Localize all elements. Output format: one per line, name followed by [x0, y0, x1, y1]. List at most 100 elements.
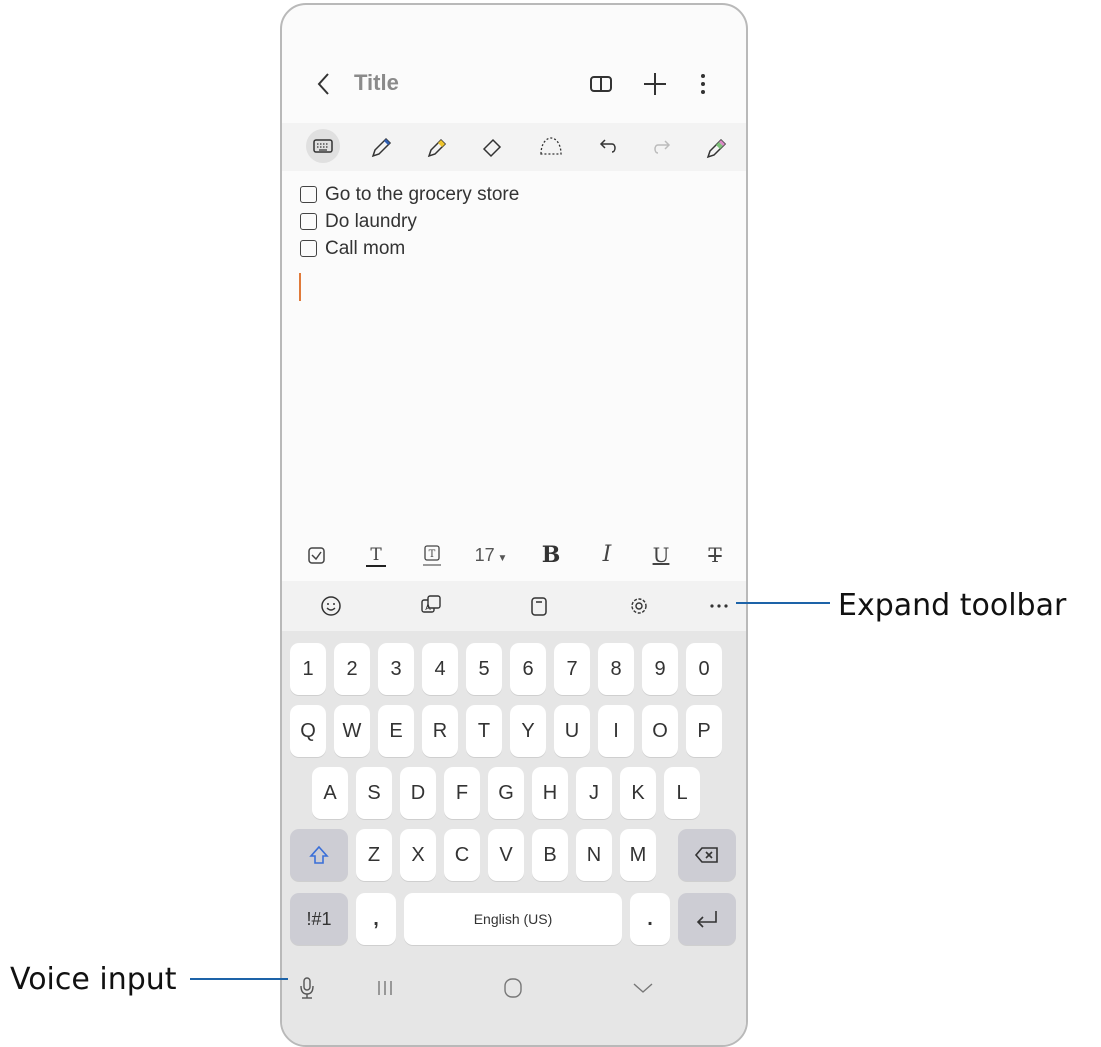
dropdown-arrow-icon: ▼ — [494, 553, 508, 564]
space-key[interactable]: English (US) — [404, 893, 622, 945]
underline-icon[interactable]: U — [648, 541, 674, 569]
checklist-item-label: Go to the grocery store — [325, 183, 520, 205]
key-z[interactable]: Z — [356, 829, 392, 881]
key-e[interactable]: E — [378, 705, 414, 757]
enter-key[interactable] — [678, 893, 736, 945]
keyboard-icon[interactable] — [306, 129, 340, 163]
voice-input-callout: Voice input — [10, 962, 177, 997]
translate-icon[interactable]: A — [416, 591, 446, 621]
key-q[interactable]: Q — [290, 705, 326, 757]
shift-icon — [309, 845, 329, 864]
checklist-item-label: Call mom — [325, 237, 406, 259]
key-r[interactable]: R — [422, 705, 458, 757]
text-cursor — [299, 273, 301, 301]
key-h[interactable]: H — [532, 767, 568, 819]
checkbox-format-icon[interactable] — [304, 541, 330, 569]
key-3[interactable]: 3 — [378, 643, 414, 695]
checkbox[interactable] — [300, 240, 317, 257]
pen-settings-icon[interactable] — [702, 132, 732, 162]
undo-icon[interactable] — [592, 132, 622, 162]
clipboard-icon[interactable] — [524, 591, 554, 621]
key-l[interactable]: L — [664, 767, 700, 819]
key-d[interactable]: D — [400, 767, 436, 819]
note-title[interactable]: Title — [354, 70, 399, 96]
key-c[interactable]: C — [444, 829, 480, 881]
checklist-item: Call mom — [300, 235, 519, 262]
add-icon[interactable] — [640, 69, 670, 99]
enter-icon — [696, 911, 717, 928]
key-i[interactable]: I — [598, 705, 634, 757]
key-1[interactable]: 1 — [290, 643, 326, 695]
eraser-icon[interactable] — [478, 132, 508, 162]
pen-icon[interactable] — [366, 132, 396, 162]
key-b[interactable]: B — [532, 829, 568, 881]
keyboard-toolbar: A — [282, 581, 746, 631]
more-options-icon[interactable] — [688, 69, 718, 99]
key-8[interactable]: 8 — [598, 643, 634, 695]
text-color-icon[interactable]: T — [362, 541, 390, 569]
redo-icon[interactable] — [648, 132, 678, 162]
key-x[interactable]: X — [400, 829, 436, 881]
font-size-value: 17 — [474, 545, 495, 565]
key-0[interactable]: 0 — [686, 643, 722, 695]
home-icon[interactable] — [498, 973, 528, 1003]
key-g[interactable]: G — [488, 767, 524, 819]
key-j[interactable]: J — [576, 767, 612, 819]
key-v[interactable]: V — [488, 829, 524, 881]
symbols-key[interactable]: !#1 — [290, 893, 348, 945]
checkbox[interactable] — [300, 213, 317, 230]
expand-toolbar-callout: Expand toolbar — [838, 588, 1067, 623]
shift-key[interactable] — [290, 829, 348, 881]
svg-text:A: A — [425, 603, 431, 612]
phone-frame: Title Go to the grocery store Do laundry… — [280, 3, 748, 1047]
key-s[interactable]: S — [356, 767, 392, 819]
strikethrough-icon[interactable]: T — [702, 541, 728, 569]
checklist-item: Do laundry — [300, 208, 519, 235]
settings-icon[interactable] — [624, 591, 654, 621]
key-6[interactable]: 6 — [510, 643, 546, 695]
recent-apps-icon[interactable] — [370, 973, 400, 1003]
expand-toolbar-callout-line — [736, 602, 830, 604]
note-header: Title — [282, 55, 746, 115]
microphone-icon[interactable] — [292, 973, 322, 1003]
back-icon[interactable] — [312, 69, 336, 99]
period-key[interactable]: . — [630, 893, 670, 945]
key-o[interactable]: O — [642, 705, 678, 757]
key-2[interactable]: 2 — [334, 643, 370, 695]
pen-toolbar — [282, 123, 746, 171]
svg-text:T: T — [370, 545, 382, 565]
backspace-key[interactable] — [678, 829, 736, 881]
key-p[interactable]: P — [686, 705, 722, 757]
key-7[interactable]: 7 — [554, 643, 590, 695]
checkbox[interactable] — [300, 186, 317, 203]
key-f[interactable]: F — [444, 767, 480, 819]
key-a[interactable]: A — [312, 767, 348, 819]
key-k[interactable]: K — [620, 767, 656, 819]
format-toolbar: T T 17 ▼ B I U T — [282, 533, 746, 577]
hide-keyboard-icon[interactable] — [628, 973, 658, 1003]
highlighter-icon[interactable] — [422, 132, 452, 162]
note-content[interactable]: Go to the grocery store Do laundry Call … — [300, 181, 519, 262]
key-u[interactable]: U — [554, 705, 590, 757]
lasso-icon[interactable] — [536, 132, 566, 162]
text-background-icon[interactable]: T — [418, 541, 446, 569]
key-m[interactable]: M — [620, 829, 656, 881]
comma-key[interactable]: , — [356, 893, 396, 945]
checklist-item: Go to the grocery store — [300, 181, 519, 208]
expand-toolbar-icon[interactable] — [704, 591, 734, 621]
bold-icon[interactable]: B — [538, 541, 564, 569]
voice-input-callout-line — [190, 978, 288, 980]
key-w[interactable]: W — [334, 705, 370, 757]
emoji-icon[interactable] — [316, 591, 346, 621]
italic-icon[interactable]: I — [594, 541, 620, 569]
svg-text:T: T — [429, 549, 436, 560]
key-4[interactable]: 4 — [422, 643, 458, 695]
key-y[interactable]: Y — [510, 705, 546, 757]
key-9[interactable]: 9 — [642, 643, 678, 695]
key-n[interactable]: N — [576, 829, 612, 881]
font-size-select[interactable]: 17 ▼ — [470, 541, 512, 569]
backspace-icon — [694, 847, 718, 863]
key-5[interactable]: 5 — [466, 643, 502, 695]
book-icon[interactable] — [586, 69, 616, 99]
key-t[interactable]: T — [466, 705, 502, 757]
